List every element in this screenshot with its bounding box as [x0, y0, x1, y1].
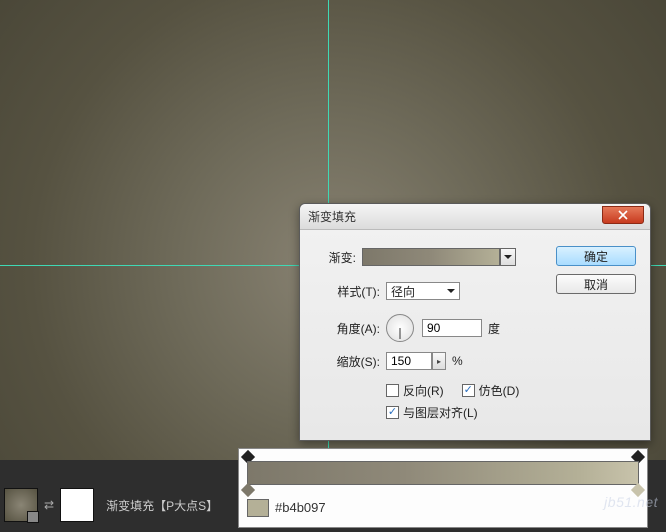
link-icon: ⇄ [44, 498, 54, 512]
style-label: 样式(T): [320, 283, 380, 300]
dither-checkbox[interactable] [462, 384, 475, 397]
scale-input[interactable] [386, 352, 432, 370]
reverse-checkbox[interactable] [386, 384, 399, 397]
style-value: 径向 [391, 283, 415, 300]
close-icon [618, 210, 628, 220]
scale-label: 缩放(S): [320, 353, 380, 370]
gradient-fill-dialog: 渐变填充 渐变: 确定 取消 样式(T): 径向 角度(A): [299, 203, 651, 441]
gradient-editor: #b4b097 [238, 448, 648, 528]
dialog-titlebar[interactable]: 渐变填充 [300, 204, 650, 230]
ok-button[interactable]: 确定 [556, 246, 636, 266]
angle-unit: 度 [488, 320, 500, 337]
scale-unit: % [452, 354, 463, 368]
angle-label: 角度(A): [320, 320, 380, 337]
reverse-label: 反向(R) [403, 382, 444, 399]
color-stop-left[interactable] [241, 483, 255, 497]
color-swatch[interactable] [247, 499, 269, 517]
align-label: 与图层对齐(L) [403, 404, 478, 421]
gradient-label: 渐变: [320, 249, 356, 266]
layer-mask-thumbnail[interactable] [60, 488, 94, 522]
ok-button-label: 确定 [584, 248, 608, 265]
layer-thumbnail[interactable] [4, 488, 38, 522]
dialog-title: 渐变填充 [308, 208, 356, 225]
layer-strip: ⇄ 渐变填充【P大点S】 [4, 484, 218, 526]
scale-spinner[interactable] [432, 352, 446, 370]
dither-label: 仿色(D) [479, 382, 520, 399]
style-select[interactable]: 径向 [386, 282, 460, 300]
gradient-preview[interactable] [362, 248, 500, 266]
cancel-button[interactable]: 取消 [556, 274, 636, 294]
hex-value: #b4b097 [275, 500, 326, 515]
gradient-track[interactable] [247, 461, 639, 485]
gradient-dropdown-button[interactable] [500, 248, 516, 266]
cancel-button-label: 取消 [584, 276, 608, 293]
layer-name: 渐变填充【P大点S】 [106, 497, 218, 514]
align-checkbox[interactable] [386, 406, 399, 419]
close-button[interactable] [602, 206, 644, 224]
angle-input[interactable] [422, 319, 482, 337]
angle-dial[interactable] [386, 314, 414, 342]
watermark: jb51.net [604, 494, 658, 510]
